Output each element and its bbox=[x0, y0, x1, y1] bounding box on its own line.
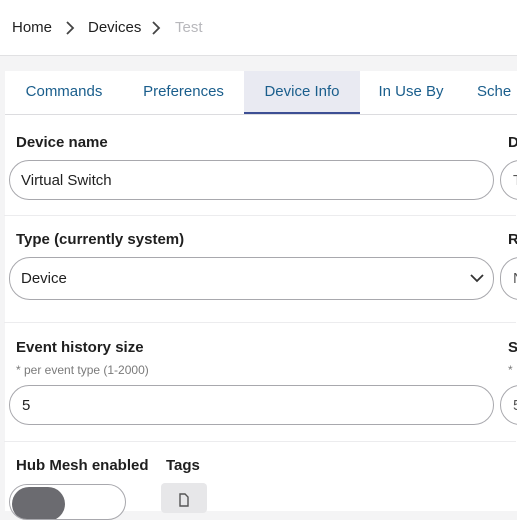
right-column-label: D bbox=[508, 134, 517, 151]
right-column-label: R bbox=[508, 231, 517, 248]
chevron-down-icon bbox=[470, 274, 484, 283]
tags-button[interactable] bbox=[161, 483, 207, 513]
divider bbox=[4, 441, 516, 442]
document-icon bbox=[179, 493, 189, 507]
right-column-label: S bbox=[508, 339, 517, 356]
tags-label: Tags bbox=[166, 457, 200, 474]
tab-device-info[interactable]: Device Info bbox=[244, 71, 360, 114]
chevron-right-icon bbox=[152, 21, 161, 35]
divider bbox=[4, 215, 516, 216]
breadcrumb-devices[interactable]: Devices bbox=[88, 19, 141, 37]
type-value: Device bbox=[21, 270, 67, 287]
right-column-value: 5 bbox=[513, 397, 517, 415]
top-bar: Home Devices Test bbox=[0, 0, 517, 56]
breadcrumb-current: Test bbox=[175, 19, 203, 36]
type-select[interactable]: Device bbox=[9, 257, 494, 300]
hub-mesh-toggle[interactable] bbox=[9, 484, 126, 520]
chevron-right-icon bbox=[66, 21, 75, 35]
right-column-value: T bbox=[513, 172, 517, 190]
tab-schedule[interactable]: Sche bbox=[477, 71, 517, 114]
tab-commands[interactable]: Commands bbox=[5, 71, 123, 114]
hub-mesh-label: Hub Mesh enabled bbox=[16, 457, 149, 474]
event-history-label: Event history size bbox=[16, 339, 144, 356]
tab-bar: Commands Preferences Device Info In Use … bbox=[5, 71, 517, 115]
device-name-label: Device name bbox=[16, 134, 108, 151]
right-column-value: N bbox=[513, 270, 517, 288]
event-history-value: 5 bbox=[22, 397, 31, 414]
toggle-knob bbox=[12, 487, 65, 519]
device-name-value: Virtual Switch bbox=[21, 172, 112, 189]
type-label: Type (currently system) bbox=[16, 231, 185, 248]
divider bbox=[4, 322, 516, 323]
tab-in-use-by[interactable]: In Use By bbox=[360, 71, 462, 114]
event-history-input[interactable]: 5 bbox=[9, 385, 494, 425]
right-column-hint: * bbox=[508, 363, 513, 377]
tab-preferences[interactable]: Preferences bbox=[123, 71, 244, 114]
breadcrumb-home[interactable]: Home bbox=[12, 19, 52, 37]
event-history-hint: * per event type (1-2000) bbox=[16, 363, 149, 377]
device-name-input[interactable]: Virtual Switch bbox=[9, 160, 494, 200]
